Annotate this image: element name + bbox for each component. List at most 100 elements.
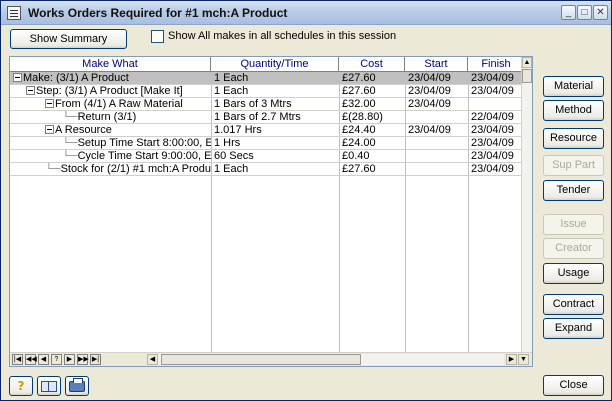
title-bar[interactable]: Works Orders Required for #1 mch:A Produ… (1, 1, 611, 25)
table-row[interactable]: └─Setup Time Start 8:00:00, E1 Hrs £24.00… (10, 137, 522, 150)
window-icon (7, 6, 21, 20)
cell-cost: £0.40 (339, 150, 405, 163)
sup-part-button: Sup Part (543, 155, 604, 176)
print-button[interactable] (65, 376, 89, 396)
column-header-cost[interactable]: Cost (339, 57, 405, 72)
expand-button[interactable]: Expand (543, 318, 604, 339)
table-row[interactable]: A Resource 1.017 Hrs £24.40 23/04/09 23/04/0… (10, 124, 522, 137)
vertical-scroll-thumb[interactable] (522, 69, 532, 83)
cell-finish: 23/04/09 (468, 85, 522, 98)
previous-page-icon[interactable]: ◀◀ (25, 354, 37, 365)
maximize-button[interactable]: □ (577, 5, 592, 20)
make-what-text: Cycle Time Start 9:00:00, E (77, 150, 211, 162)
cell-cost: £27.60 (339, 85, 405, 98)
cell-start (405, 150, 468, 163)
cell-quantity-time: 1 Hrs (211, 137, 339, 150)
cell-make-what: From (4/1) A Raw Material (10, 98, 211, 111)
table-row[interactable]: └─Stock for (2/1) #1 mch:A Produ 1 Each £2… (10, 163, 522, 176)
make-what-text: Stock for (2/1) #1 mch:A Produ (60, 163, 211, 175)
cell-quantity-time: 1.017 Hrs (211, 124, 339, 137)
cell-make-what: A Resource (10, 124, 211, 137)
tree-connector-icon: └─ (62, 137, 78, 149)
cell-start (405, 137, 468, 150)
close-button[interactable]: Close (543, 375, 604, 396)
scroll-up-arrow-icon[interactable]: ▲ (522, 57, 532, 68)
grid-navigation-bar: |◀ ◀◀ ◀ ? ▶ ▶▶ ▶| ◀ ▶ ▼ (10, 352, 532, 366)
column-header-make-what[interactable]: Make What (10, 57, 211, 72)
cell-finish: 23/04/09 (468, 124, 522, 137)
make-what-text: Step: (3/1) A Product [Make It] (36, 85, 183, 97)
tree-connector-icon: └─ (62, 111, 78, 123)
show-summary-button[interactable]: Show Summary (10, 29, 127, 49)
grid-body: Make: (3/1) A Product 1 Each £27.60 23/04/0… (10, 72, 522, 352)
scroll-left-arrow-icon[interactable]: ◀ (147, 354, 158, 365)
table-row[interactable]: └─Cycle Time Start 9:00:00, E 60 Secs £0.4… (10, 150, 522, 163)
column-header-quantity-time[interactable]: Quantity/Time (211, 57, 339, 72)
tree-connector-icon: └─ (62, 150, 78, 162)
cell-cost: £24.40 (339, 124, 405, 137)
cell-make-what: └─Stock for (2/1) #1 mch:A Produ (10, 163, 211, 176)
tree-collapse-icon[interactable] (45, 125, 54, 134)
next-record-icon[interactable]: ▶ (64, 354, 75, 365)
help-icon: ? (17, 379, 25, 393)
tender-button[interactable]: Tender (543, 180, 604, 201)
tree-collapse-icon[interactable] (45, 99, 54, 108)
usage-button[interactable]: Usage (543, 263, 604, 284)
table-row[interactable]: Step: (3/1) A Product [Make It] 1 Each £27… (10, 85, 522, 98)
cell-quantity-time: 1 Bars of 3 Mtrs (211, 98, 339, 111)
minimize-button[interactable]: _ (561, 5, 576, 20)
grid-header: Make What Quantity/Time Cost Start Finis… (10, 57, 522, 72)
layout-button[interactable] (37, 376, 61, 396)
table-row[interactable]: From (4/1) A Raw Material 1 Bars of 3 Mtr… (10, 98, 522, 111)
cell-cost: £32.00 (339, 98, 405, 111)
print-icon (69, 378, 85, 392)
nav-help-icon[interactable]: ? (51, 354, 62, 365)
cell-quantity-time: 1 Each (211, 72, 339, 85)
resource-button[interactable]: Resource (543, 128, 604, 149)
column-header-finish[interactable]: Finish (468, 57, 522, 72)
last-record-icon[interactable]: ▶| (90, 354, 101, 365)
works-orders-window: Works Orders Required for #1 mch:A Produ… (0, 0, 612, 401)
cell-start (405, 111, 468, 124)
cell-quantity-time: 1 Each (211, 163, 339, 176)
vertical-scrollbar[interactable]: ▲ (521, 57, 532, 352)
cell-start: 23/04/09 (405, 85, 468, 98)
scroll-down-arrow-icon[interactable]: ▼ (518, 354, 529, 365)
cell-make-what: └─Cycle Time Start 9:00:00, E (10, 150, 211, 163)
cell-finish: 23/04/09 (468, 137, 522, 150)
cell-start: 23/04/09 (405, 72, 468, 85)
cell-start: 23/04/09 (405, 98, 468, 111)
horizontal-scroll-thumb[interactable] (161, 354, 361, 365)
tree-connector-icon: └─ (45, 163, 61, 175)
column-header-start[interactable]: Start (405, 57, 468, 72)
cell-make-what: └─Setup Time Start 8:00:00, E (10, 137, 211, 150)
cell-finish: 23/04/09 (468, 72, 522, 85)
cell-make-what: Step: (3/1) A Product [Make It] (10, 85, 211, 98)
cell-cost: £24.00 (339, 137, 405, 150)
previous-record-icon[interactable]: ◀ (38, 354, 49, 365)
first-record-icon[interactable]: |◀ (12, 354, 23, 365)
cell-start: 23/04/09 (405, 124, 468, 137)
tree-collapse-icon[interactable] (13, 73, 22, 82)
tree-collapse-icon[interactable] (26, 86, 35, 95)
cell-start (405, 163, 468, 176)
table-row[interactable]: Make: (3/1) A Product 1 Each £27.60 23/04/0… (10, 72, 522, 85)
layout-icon (41, 381, 57, 392)
close-window-button[interactable]: ✕ (593, 5, 608, 20)
show-all-makes-checkbox[interactable] (151, 30, 164, 43)
cell-finish: 23/04/09 (468, 150, 522, 163)
material-button[interactable]: Material (543, 76, 604, 97)
help-button[interactable]: ? (9, 376, 33, 396)
creator-button: Creator (543, 238, 604, 259)
window-title: Works Orders Required for #1 mch:A Produ… (28, 6, 288, 20)
show-all-makes-label: Show All makes in all schedules in this … (168, 30, 397, 42)
method-button[interactable]: Method (543, 100, 604, 121)
cell-make-what: └─Return (3/1) (10, 111, 211, 124)
contract-button[interactable]: Contract (543, 294, 604, 315)
cell-finish: 23/04/09 (468, 163, 522, 176)
scroll-right-arrow-icon[interactable]: ▶ (506, 354, 517, 365)
next-page-icon[interactable]: ▶▶ (77, 354, 89, 365)
make-what-text: Return (3/1) (77, 111, 137, 123)
table-row[interactable]: └─Return (3/1) 1 Bars of 2.7 Mtrs £(28.80)… (10, 111, 522, 124)
make-what-text: A Resource (55, 124, 112, 136)
